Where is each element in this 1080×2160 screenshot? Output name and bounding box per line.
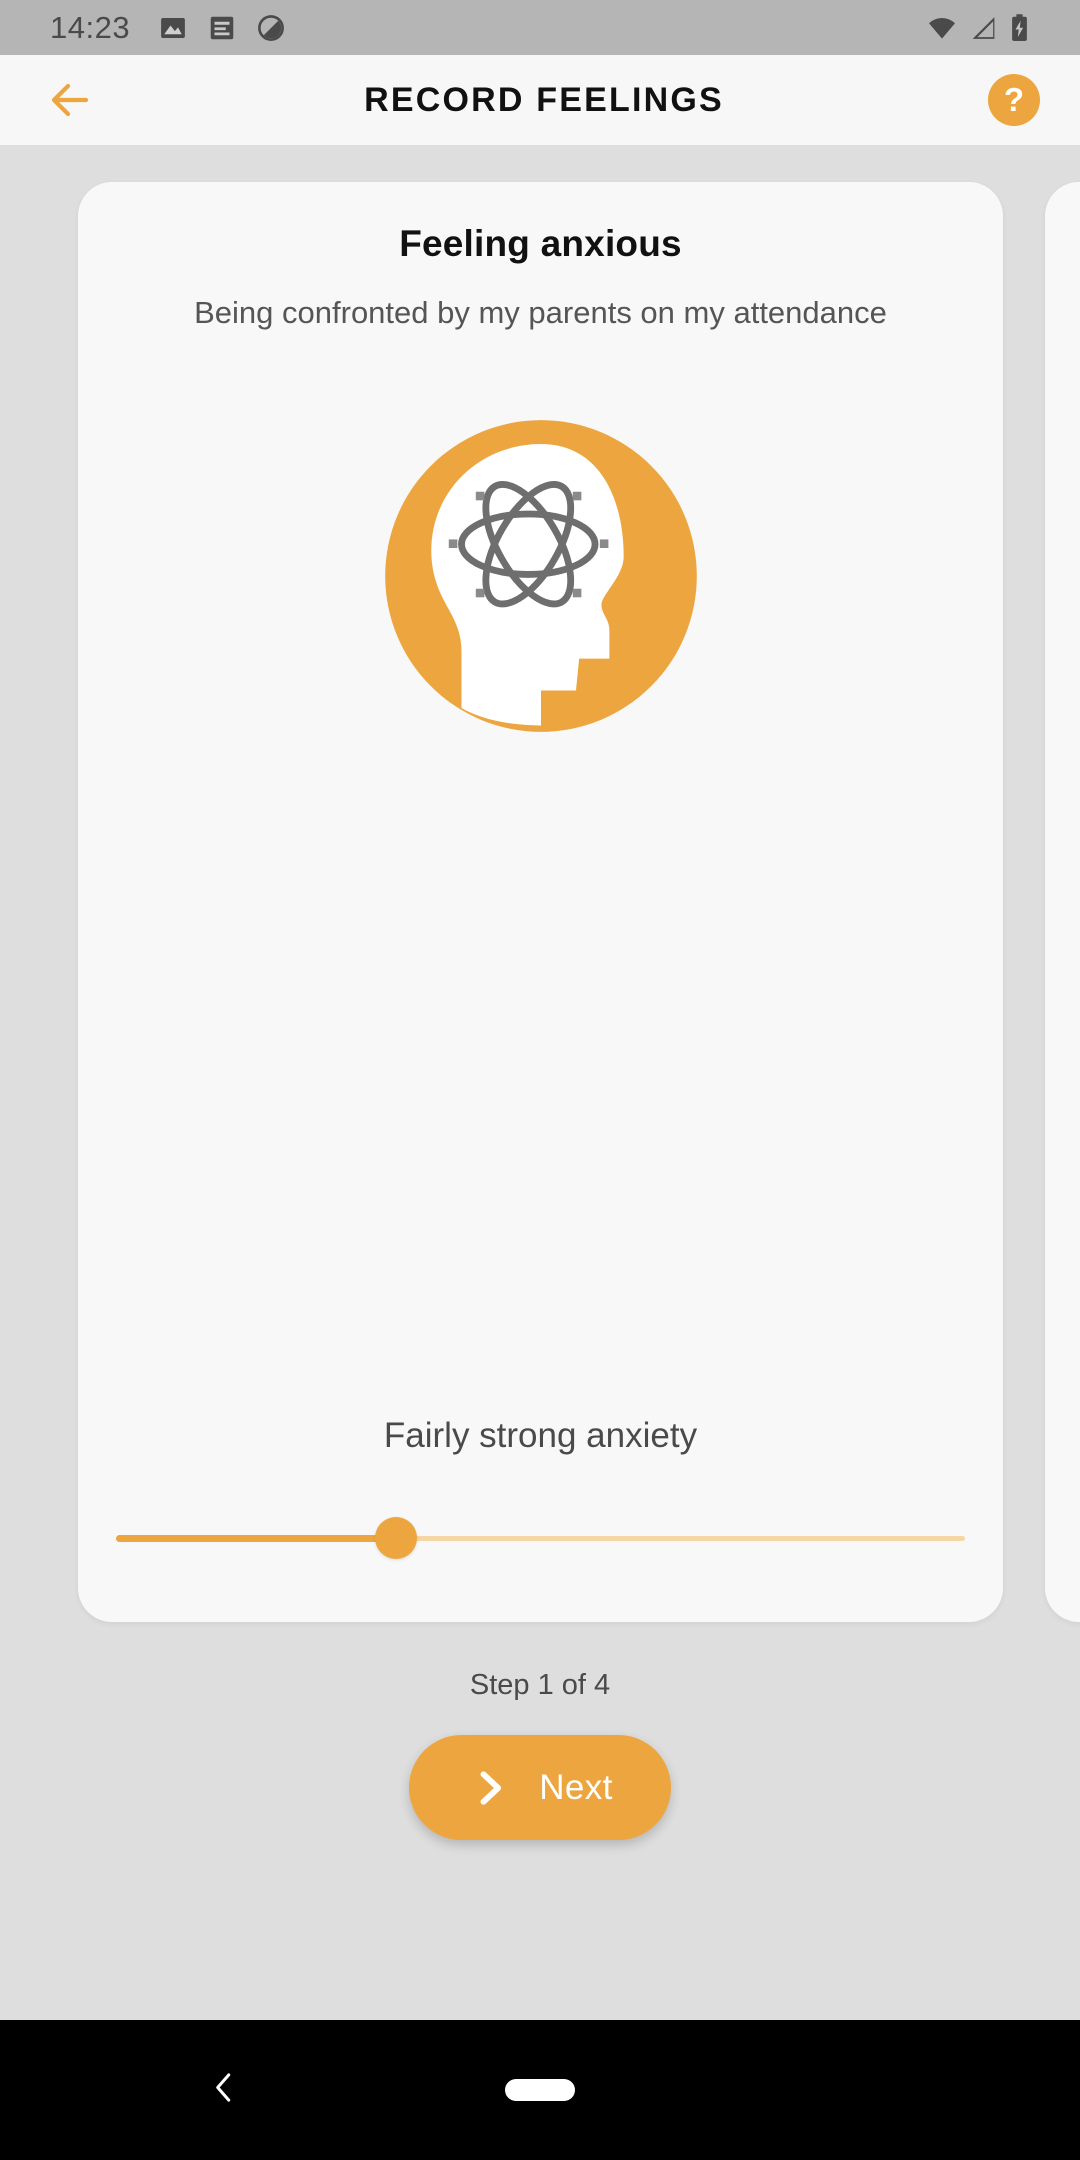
article-icon xyxy=(210,16,234,39)
next-button-label: Next xyxy=(539,1767,613,1807)
intensity-label: Fairly strong anxiety xyxy=(383,1416,698,1455)
chevron-right-icon xyxy=(480,1770,502,1805)
wifi-icon xyxy=(929,17,955,39)
help-button-label: ? xyxy=(1003,80,1025,118)
next-feeling-card-preview[interactable] xyxy=(1045,182,1080,1622)
head-with-atom-icon xyxy=(384,420,697,732)
status-bar: 14:23 xyxy=(0,0,1080,55)
cellular-signal-icon xyxy=(972,16,995,39)
phone-screen: 14:23 RECORD FEELINGS ? Feeling anxious … xyxy=(0,0,1080,2160)
feeling-title: Feeling anxious xyxy=(399,223,682,264)
slider-thumb[interactable] xyxy=(375,1517,418,1559)
status-bar-system-icons xyxy=(926,13,1030,43)
system-nav-bar xyxy=(0,2020,1080,2160)
status-bar-notification-icons xyxy=(158,13,286,43)
image-icon xyxy=(161,17,185,38)
intensity-slider-block: Fairly strong anxiety xyxy=(78,1416,1003,1568)
help-button[interactable]: ? xyxy=(988,74,1040,126)
nav-home-pill-icon[interactable] xyxy=(505,2079,575,2101)
illustration-container xyxy=(78,417,1003,735)
feeling-card[interactable]: Feeling anxious Being confronted by my p… xyxy=(78,182,1003,1622)
do-not-disturb-icon xyxy=(258,14,285,41)
next-button[interactable]: Next xyxy=(409,1735,671,1840)
battery-charging-icon xyxy=(1012,13,1027,41)
arrow-left-icon xyxy=(51,83,89,117)
nav-back-button[interactable] xyxy=(205,2069,243,2112)
app-header: RECORD FEELINGS ? xyxy=(0,55,1080,145)
slider-track-fill xyxy=(116,1534,397,1542)
nav-back-chevron-icon xyxy=(216,2073,231,2102)
feeling-description: Being confronted by my parents on my att… xyxy=(194,295,887,330)
intensity-slider[interactable] xyxy=(116,1508,965,1568)
back-button[interactable] xyxy=(40,70,100,130)
next-button-container: Next xyxy=(0,1735,1080,1840)
step-indicator: Step 1 of 4 xyxy=(469,1669,611,1701)
content-area: Feeling anxious Being confronted by my p… xyxy=(0,145,1080,2020)
page-title: RECORD FEELINGS xyxy=(364,80,724,119)
status-bar-clock: 14:23 xyxy=(50,9,131,45)
